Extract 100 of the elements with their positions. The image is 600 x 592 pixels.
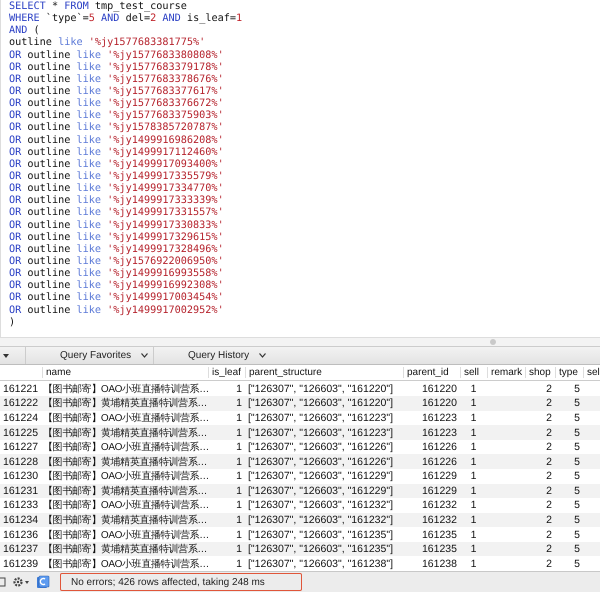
column-header[interactable]: type xyxy=(555,367,583,378)
query-menu-button[interactable]: Query History xyxy=(153,347,293,364)
table-cell-text: ["126307", "126603", "161226"] xyxy=(247,456,394,468)
table-cell-text: 5 xyxy=(573,412,581,424)
table-cell-text: 1 xyxy=(235,382,243,395)
table-cell-text: ["126307", "126603", "161223"] xyxy=(247,426,394,438)
code-line: OR outline like '%jy1577683377617%' xyxy=(9,86,225,98)
table-cell-text: 161226 xyxy=(420,456,458,468)
table-cell-text: 1 xyxy=(235,426,243,438)
column-header[interactable]: remark xyxy=(487,367,525,378)
table-cell-text: 5 xyxy=(573,470,581,482)
table-cell-text: 1 xyxy=(235,543,243,556)
table-cell-text: 1 xyxy=(470,514,478,526)
table-cell-text: 161223 xyxy=(420,412,458,424)
table-cell-text: 1 xyxy=(235,397,243,410)
table-cell-text: 161223 xyxy=(420,426,458,438)
column-header[interactable]: name xyxy=(42,367,208,378)
table-cell-text: 2 xyxy=(545,397,553,410)
table-cell-text: 1 xyxy=(235,558,243,570)
code-line: OR outline like '%jy1499917093400%' xyxy=(9,158,225,171)
table-cell-text: 1 xyxy=(235,456,243,468)
table-cell-text: 2 xyxy=(545,441,553,454)
table-cell-text: 5 xyxy=(573,426,581,438)
code-line: OR outline like '%jy1577683379178%' xyxy=(9,62,225,74)
table-cell-text: 161233 xyxy=(2,499,40,512)
gear-icon[interactable] xyxy=(12,576,30,588)
table-cell-text: 5 xyxy=(573,558,581,570)
table-icon[interactable] xyxy=(0,577,6,587)
table-cell-text: 161227 xyxy=(2,441,40,454)
table-cell-text: 161226 xyxy=(420,441,458,454)
query-menu-button[interactable]: Query Favorites xyxy=(25,347,153,364)
table-cell-text: 161234 xyxy=(2,514,40,526)
table-cell-text: 【图书邮寄】OAO小班直播特训营系… xyxy=(42,440,208,454)
table-cell-text: 1 xyxy=(470,499,478,512)
table-cell-text: 161236 xyxy=(2,528,40,541)
table-cell-text: 1 xyxy=(470,456,478,468)
table-cell-text: ["126307", "126603", "161220"] xyxy=(247,397,394,410)
table-cell-text: 【图书邮寄】OAO小班直播特训营系… xyxy=(42,382,208,396)
table-cell-text: 161220 xyxy=(420,397,458,410)
table-cell-text: 1 xyxy=(470,426,478,438)
table-cell-text: 161230 xyxy=(2,470,40,482)
table-cell-text: 161229 xyxy=(420,484,458,497)
table-cell-text: 1 xyxy=(235,499,243,512)
column-header[interactable]: shop xyxy=(525,367,555,378)
table-cell-text: 2 xyxy=(545,543,553,556)
table-cell-text: 2 xyxy=(545,426,553,438)
table-cell-text: 2 xyxy=(545,412,553,424)
table-cell-text: 5 xyxy=(573,499,581,512)
code-line: WHERE `type`=5 AND del=2 AND is_leaf=1 xyxy=(9,13,244,25)
table-cell-text: 2 xyxy=(545,514,553,526)
column-header[interactable]: sell xyxy=(460,367,487,378)
code-line: OR outline like '%jy1577683378676%' xyxy=(9,74,225,86)
code-line: SELECT * FROM tmp_test_course xyxy=(9,1,188,12)
table-cell-text: ["126307", "126603", "161220"] xyxy=(247,382,394,395)
table-cell-text: 161238 xyxy=(420,558,458,570)
code-line: OR outline like '%jy1499916993558%' xyxy=(9,268,225,280)
table-cell-text: 161222 xyxy=(2,397,40,410)
code-line: OR outline like '%jy1499917334770%' xyxy=(9,183,225,195)
table-cell-text: ["126307", "126603", "161238"] xyxy=(247,558,394,570)
code-line: outline like '%jy1577683381775%' xyxy=(9,37,206,50)
table-cell-text: 5 xyxy=(573,484,581,497)
column-header[interactable]: parent_id xyxy=(403,367,460,378)
column-header[interactable]: is_leaf xyxy=(208,367,245,378)
table-cell-text: 【图书邮寄】OAO小班直播特训营系… xyxy=(42,470,208,484)
table-cell-text: 2 xyxy=(545,456,553,468)
scrollbar-thumb[interactable] xyxy=(490,339,496,345)
table-cell-text: 2 xyxy=(545,499,553,512)
table-cell-text: 161239 xyxy=(2,558,40,570)
table-cell-text: 1 xyxy=(470,412,478,424)
code-line: ) xyxy=(9,316,16,329)
table-cell-text: 161237 xyxy=(2,543,40,556)
table-cell-text: ["126307", "126603", "161223"] xyxy=(247,412,394,424)
console-icon[interactable] xyxy=(36,575,50,589)
table-cell-text: 161235 xyxy=(420,528,458,541)
code-line: OR outline like '%jy1576922006950%' xyxy=(9,256,225,268)
column-header[interactable]: sel xyxy=(583,367,600,378)
table-cell-text: ["126307", "126603", "161235"] xyxy=(247,528,394,541)
table-cell-text: 161225 xyxy=(2,426,40,438)
table-cell-text: 1 xyxy=(235,528,243,541)
caret-icon xyxy=(259,353,266,358)
table-cell-text: 【图书邮寄】黄埔精英直播特训营系… xyxy=(42,542,208,556)
table-cell-text: 161228 xyxy=(2,456,40,468)
code-line: OR outline like '%jy1499916992308%' xyxy=(9,280,225,292)
table-cell-text: 161221 xyxy=(2,382,40,395)
table-cell-text: ["126307", "126603", "161232"] xyxy=(247,499,394,512)
table-cell-text: 161220 xyxy=(420,382,458,395)
table-cell-text: 161229 xyxy=(420,470,458,482)
status-message: No errors; 426 rows affected, taking 248 ms xyxy=(60,573,302,591)
table-cell-text: 【图书邮寄】OAO小班直播特训营系… xyxy=(42,498,208,512)
dropdown-caret-icon[interactable] xyxy=(3,354,9,358)
table-cell-text: ["126307", "126603", "161226"] xyxy=(247,441,394,454)
column-header[interactable]: parent_structure xyxy=(245,367,403,378)
table-cell-text: ["126307", "126603", "161229"] xyxy=(247,484,394,497)
table-cell-text: 【图书邮寄】黄埔精英直播特训营系… xyxy=(42,484,208,498)
caret-icon xyxy=(141,353,148,358)
table-cell-text: 5 xyxy=(573,397,581,410)
table-cell-text: 1 xyxy=(470,441,478,454)
table-cell-text: 2 xyxy=(545,382,553,395)
table-cell-text: 1 xyxy=(235,412,243,424)
table-cell-text: 1 xyxy=(470,382,478,395)
